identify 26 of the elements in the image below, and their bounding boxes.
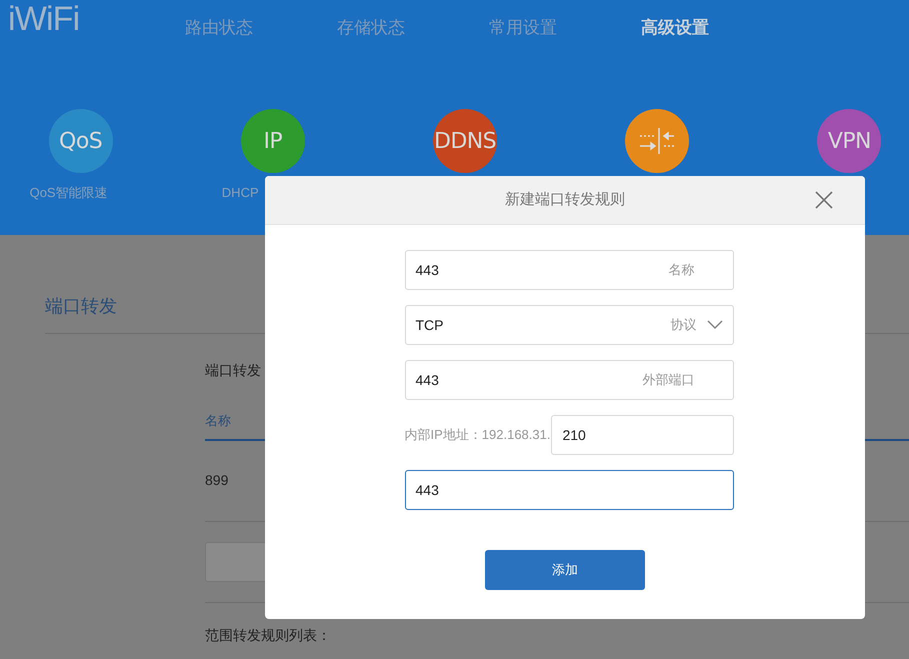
dialog-title: 新建端口转发规则 — [505, 190, 625, 210]
feature-icon[interactable]: IP — [240, 109, 305, 173]
add-button[interactable]: 添加 — [485, 550, 645, 590]
input-field[interactable]: 443 外部端口 — [404, 360, 734, 400]
chevron-down-icon — [706, 320, 722, 330]
feature-label: DHCP — [222, 185, 259, 200]
input-field[interactable]: 443 名称 — [404, 250, 734, 290]
port-arrows-icon — [639, 128, 676, 154]
nav-tab[interactable]: 路由状态 — [185, 15, 287, 41]
feature-label: QoS智能限速 — [30, 185, 108, 200]
input-field[interactable]: 443 — [404, 470, 734, 510]
nav-tab[interactable]: 高级设置 — [641, 15, 743, 41]
feature-icon[interactable]: QoS — [48, 109, 113, 173]
range-list-title: 范围转发规则列表： — [205, 626, 332, 644]
feature-icon[interactable]: VPN — [817, 109, 882, 173]
subsection-title: 端口转发 — [205, 361, 261, 380]
logo: iWiFi — [8, 0, 80, 40]
table-cell-text: 899 — [205, 471, 228, 490]
feature-icon[interactable]: DDNS — [433, 109, 497, 173]
protocol-select[interactable]: TCP 协议 — [404, 305, 734, 345]
nav-tab[interactable]: 常用设置 — [489, 15, 591, 41]
close-icon[interactable] — [815, 191, 833, 209]
input-field[interactable]: 210 — [551, 415, 734, 455]
ip-prefix-label: 内部IP地址：192.168.31. — [404, 426, 550, 444]
nav-tab[interactable]: 存储状态 — [337, 15, 439, 41]
section-title: 端口转发 — [45, 295, 118, 318]
